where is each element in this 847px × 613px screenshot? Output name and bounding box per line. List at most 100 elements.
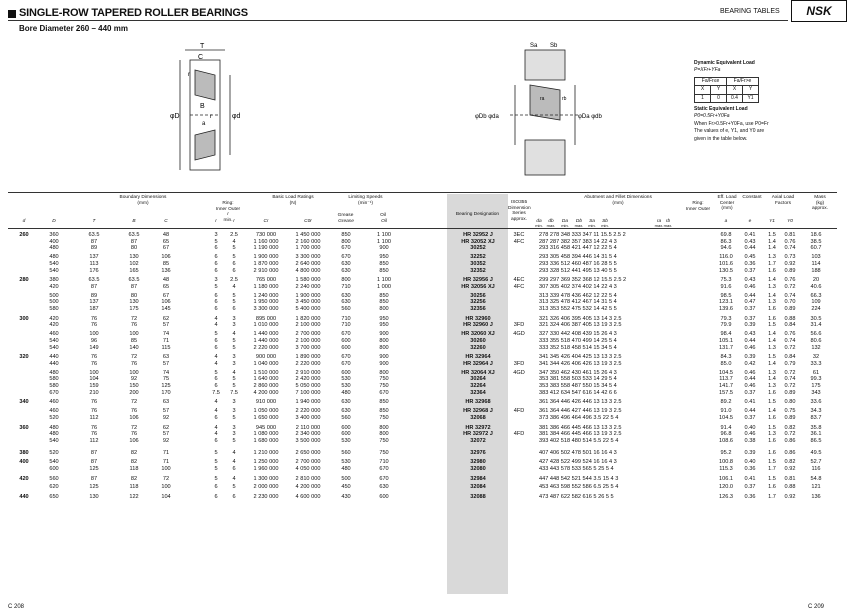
cell-C: 67 bbox=[162, 292, 170, 299]
cell-m: 33.3 bbox=[810, 360, 822, 367]
col-header-21: Y1 bbox=[769, 219, 775, 224]
equivalent-load-formula: Dynamic Equivalent Load P=XFr+YFa Fa/Fr≤… bbox=[694, 60, 769, 143]
cell-ab: 383 412 634 547 616 14 42 6 6 bbox=[539, 389, 617, 396]
formula-v4: Y1 bbox=[742, 93, 759, 104]
diagram-label-left-dims: φDb φda bbox=[475, 114, 499, 120]
cell-Cr: 1 510 000 bbox=[253, 369, 279, 376]
cell-Cr: 1 050 000 bbox=[253, 408, 279, 415]
cell-ab: 299 297 369 352 368 12 15.5 2.5 2 bbox=[539, 277, 627, 284]
cell-m: 121 bbox=[811, 484, 821, 491]
cell-des: 32072 bbox=[470, 437, 486, 444]
cell-m: 36.1 bbox=[810, 431, 822, 438]
cell-oil: 670 bbox=[379, 466, 389, 472]
cell-Cr: 1 640 000 bbox=[253, 376, 279, 383]
cell-Cr: 1 900 000 bbox=[253, 254, 279, 261]
cell-Cr: 2 220 000 bbox=[253, 344, 279, 351]
cell-m: 66.3 bbox=[810, 292, 822, 299]
cell-des: HR 32964 bbox=[465, 354, 491, 361]
cell-oil: 850 bbox=[379, 408, 389, 415]
table-top-rule bbox=[8, 192, 837, 193]
cell-iso: 4GD bbox=[513, 331, 525, 338]
cell-ab: 447 448 542 521 544 3.5 15 4 3 bbox=[539, 475, 619, 482]
cell-ab: 333 355 518 470 499 14 25 5 4 bbox=[539, 337, 617, 344]
col-header-19: a bbox=[724, 219, 728, 224]
cell-m: 60.7 bbox=[810, 245, 822, 252]
cell-C: 67 bbox=[162, 245, 170, 252]
cell-Cr: 1 240 000 bbox=[253, 292, 279, 299]
diagram-label-r1: r bbox=[188, 72, 190, 78]
cell-Cr: 1 650 000 bbox=[253, 414, 279, 421]
cell-m: 80.6 bbox=[810, 337, 822, 344]
hdr-axial: Axial Load Factors bbox=[771, 195, 795, 206]
cell-C: 71 bbox=[162, 449, 170, 456]
cell-ab: 278 278 348 333 347 11 15.5 2.5 2 bbox=[539, 232, 626, 238]
cell-Cr: 1 160 000 bbox=[253, 238, 279, 245]
note-line-3: given in the table below. bbox=[694, 135, 748, 142]
cell-des: 32256 bbox=[470, 299, 486, 306]
cell-des: HR 32968 bbox=[465, 399, 491, 406]
cell-m: 18.6 bbox=[810, 232, 822, 238]
col-header-20: e bbox=[748, 219, 752, 224]
cell-oil: 850 bbox=[379, 267, 389, 274]
col-minmax-5: min. bbox=[601, 223, 609, 228]
cell-ab: 321 326 406 395 405 13 14 3 2.5 bbox=[539, 315, 622, 322]
cell-m: 103 bbox=[811, 254, 821, 261]
col-header-0: d bbox=[22, 219, 26, 224]
col-header-1: D bbox=[52, 219, 56, 224]
cell-ab: 313 339 478 436 462 12 22 5 4 bbox=[539, 292, 617, 299]
cell-oil: 900 bbox=[379, 331, 389, 338]
cell-Cr: 2 230 000 bbox=[253, 494, 279, 501]
formula-y1: Y bbox=[710, 85, 727, 95]
cell-des: 30252 bbox=[470, 245, 486, 252]
header-rule bbox=[8, 20, 788, 21]
diagram-label-Sb: Sb bbox=[550, 43, 558, 49]
cell-ab: 347 350 462 430 461 15 26 4 3 bbox=[539, 369, 617, 376]
page-number-left: C 208 bbox=[8, 604, 25, 610]
hdr-abutment: Abutment and Fillet Dimensions (mm) bbox=[584, 195, 652, 206]
cell-Cr: 1 080 000 bbox=[253, 431, 279, 438]
diagram-label-C: C bbox=[198, 54, 203, 61]
cell-ab: 321 324 406 387 405 13 19 3 2.5 bbox=[539, 322, 622, 329]
static-load-title: Static Equivalent Load bbox=[694, 106, 748, 113]
formula-x2: X bbox=[726, 85, 743, 95]
cell-ab: 341 345 426 404 425 13 13 3 2.5 bbox=[539, 354, 622, 361]
cell-C: 48 bbox=[162, 232, 170, 238]
cell-oil: 1 100 bbox=[377, 277, 391, 284]
cell-m: 99.3 bbox=[810, 376, 822, 383]
cell-ab: 293 316 458 421 447 12 22 5 4 bbox=[539, 245, 617, 252]
static-note: When Fr>0.5Fr+Y0Fa, use P0=Fr bbox=[694, 120, 769, 127]
cell-oil: 850 bbox=[379, 292, 389, 299]
cell-Cr: 1 190 000 bbox=[253, 245, 279, 252]
cell-m: 343 bbox=[811, 389, 821, 396]
cell-ab: 293 305 458 394 446 14 31 5 4 bbox=[539, 254, 617, 261]
cell-Cr: 1 040 000 bbox=[253, 360, 279, 367]
cell-Cr: 3 300 000 bbox=[253, 306, 279, 312]
cell-oil: 750 bbox=[379, 437, 389, 444]
cell-Cr: 765 000 bbox=[255, 277, 277, 284]
cell-C: 57 bbox=[162, 431, 170, 438]
cell-Cr: 900 000 bbox=[255, 354, 277, 361]
cell-ab: 453 463 598 552 586 6.5 25 5 4 bbox=[539, 484, 619, 491]
cell-m: 132 bbox=[811, 344, 821, 351]
cell-oil: 750 bbox=[379, 449, 389, 456]
cell-C: 65 bbox=[162, 238, 170, 245]
cell-m: 52.7 bbox=[810, 459, 822, 466]
cell-m: 136 bbox=[811, 494, 821, 501]
cell-iso: 4FC bbox=[513, 238, 525, 245]
cell-Cr: 1 250 000 bbox=[253, 459, 279, 466]
formula-v3: 0.4 bbox=[726, 93, 743, 104]
diagram-label-rb: rb bbox=[562, 96, 567, 102]
cell-oil: 670 bbox=[379, 389, 389, 396]
cell-oil: 850 bbox=[379, 299, 389, 306]
cell-C: 125 bbox=[161, 383, 171, 389]
cell-oil: 950 bbox=[379, 315, 389, 322]
cell-oil: 850 bbox=[379, 399, 389, 406]
diagram-label-phiD: φD bbox=[170, 113, 180, 120]
cell-C: 106 bbox=[161, 299, 171, 306]
condition-1: Fa/Fr≤e bbox=[694, 76, 727, 87]
cell-C: 62 bbox=[162, 315, 170, 322]
cell-oil: 800 bbox=[379, 306, 389, 312]
cell-C: 100 bbox=[161, 484, 171, 491]
cell-C: 71 bbox=[162, 459, 170, 466]
hdr-grease: Grease bbox=[337, 213, 354, 218]
